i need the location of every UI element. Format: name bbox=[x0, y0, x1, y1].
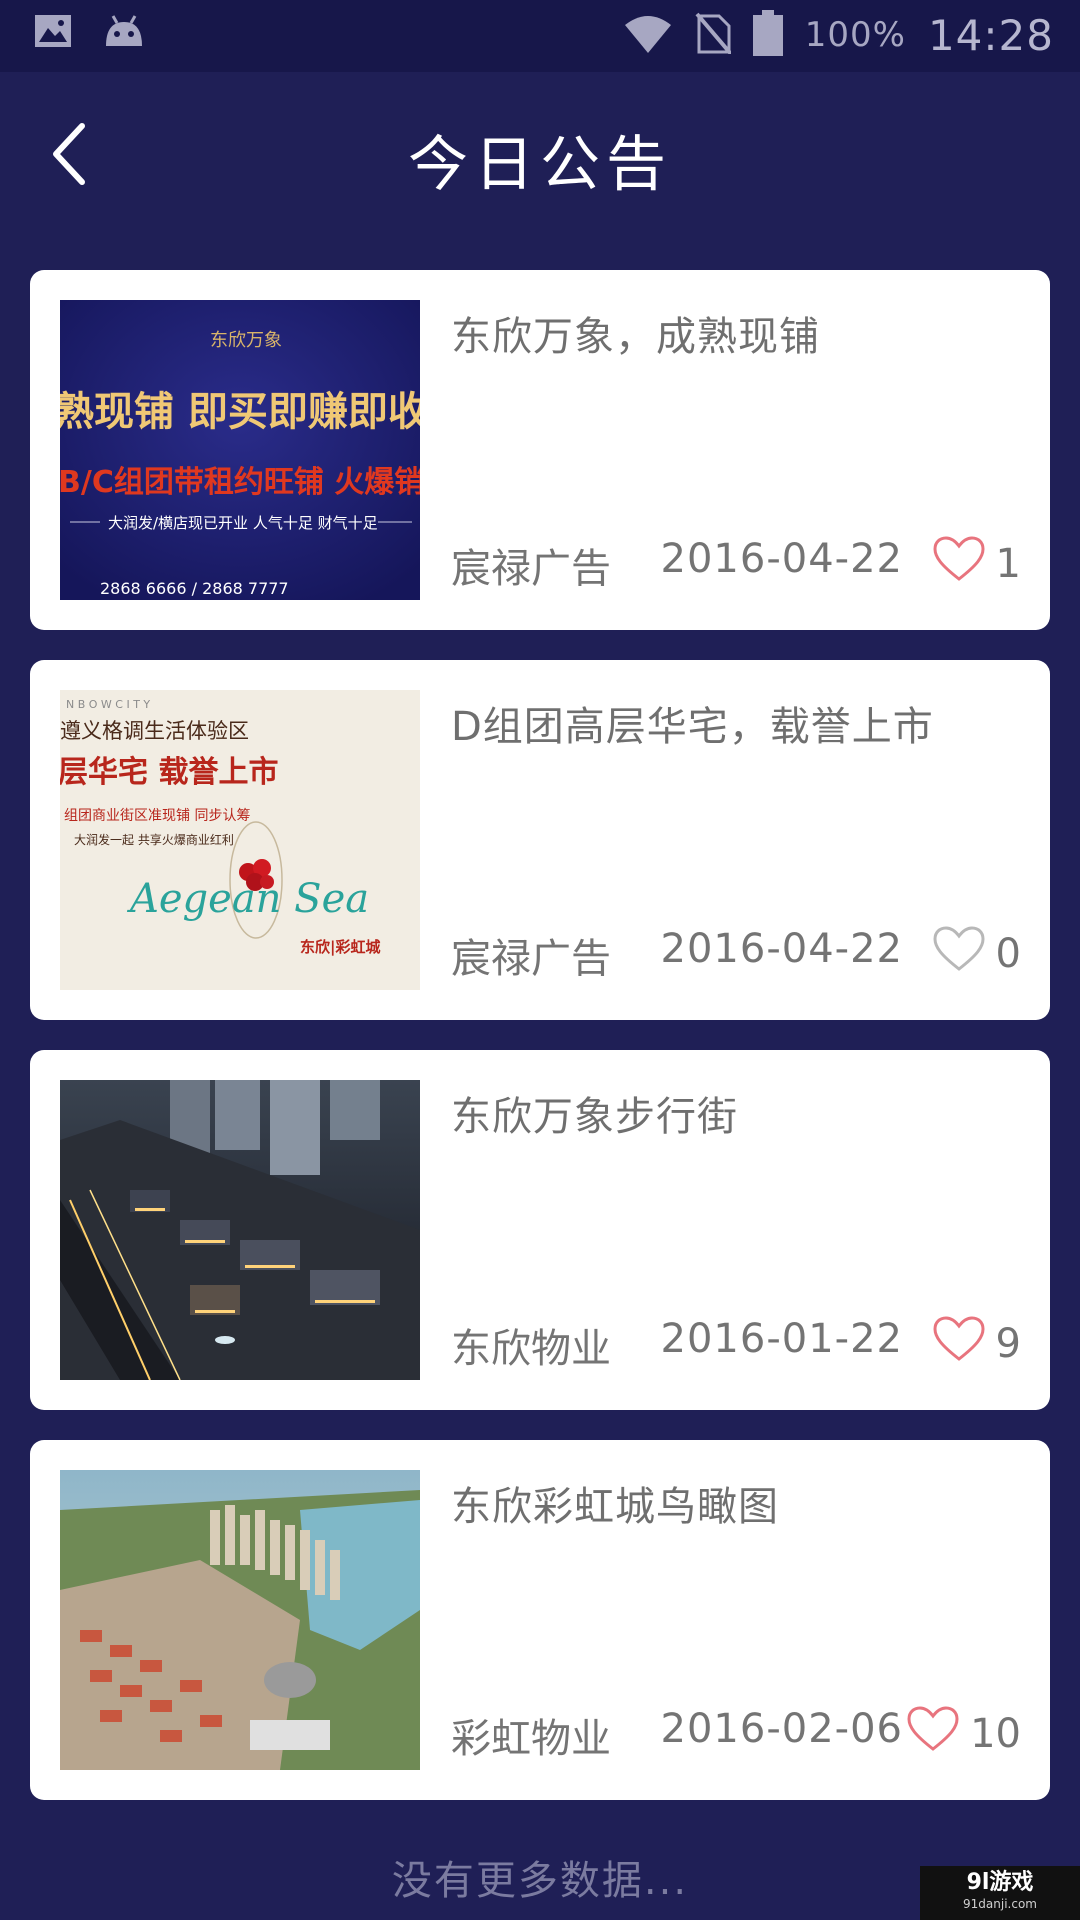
no-more-data-label: 没有更多数据... bbox=[391, 1858, 689, 1904]
watermark-sub: 91danji.com bbox=[963, 1897, 1037, 1911]
announcement-thumbnail bbox=[60, 1470, 420, 1770]
announcement-thumbnail bbox=[60, 1080, 420, 1380]
announcement-meta: 彩虹物业 2016-02-06 10 bbox=[451, 1706, 1021, 1762]
clock: 14:28 bbox=[927, 10, 1054, 60]
no-sim-icon bbox=[695, 12, 733, 58]
like-button[interactable]: 9 bbox=[932, 1316, 1021, 1372]
announcement-date: 2016-02-06 bbox=[660, 1706, 903, 1752]
announcement-date: 2016-01-22 bbox=[660, 1316, 903, 1362]
thumb-phone: 2868 6666 / 2868 7777 bbox=[100, 579, 289, 598]
announcement-thumbnail: N B O W C I T Y 遵义格调生活体验区 层华宅 载誉上市 组团商业街… bbox=[60, 690, 420, 990]
like-count: 9 bbox=[995, 1321, 1021, 1367]
like-button[interactable]: 0 bbox=[932, 926, 1021, 982]
announcement-date: 2016-04-22 bbox=[660, 926, 903, 972]
heart-icon bbox=[906, 1705, 960, 1763]
thumb-line4: 大润发一起 共享火爆商业红利 bbox=[74, 832, 234, 847]
status-bar-left bbox=[34, 14, 144, 52]
thumb-brand: 东欣万象 bbox=[210, 330, 282, 351]
announcement-date: 2016-04-22 bbox=[660, 536, 903, 582]
heart-icon bbox=[932, 535, 986, 593]
like-count: 0 bbox=[995, 931, 1021, 977]
heart-icon bbox=[932, 1315, 986, 1373]
announcement-thumbnail: 东欣万象 熟现铺 即买即赚即收 B/C组团带租约旺铺 火爆销售 大润发/横店现已… bbox=[60, 300, 420, 600]
thumb-line2: 层华宅 载誉上市 bbox=[60, 755, 278, 790]
thumb-script: Aegean Sea bbox=[126, 876, 369, 922]
announcement-title: 东欣彩虹城鸟瞰图 bbox=[451, 1484, 779, 1530]
thumb-line3: 大润发/横店现已开业 人气十足 财气十足 bbox=[108, 514, 378, 532]
heart-icon bbox=[932, 925, 986, 983]
android-icon bbox=[104, 14, 144, 52]
like-button[interactable]: 1 bbox=[932, 536, 1021, 592]
thumb-line1: 遵义格调生活体验区 bbox=[60, 719, 249, 743]
announcement-title: 东欣万象步行街 bbox=[451, 1094, 738, 1140]
like-button[interactable]: 10 bbox=[906, 1706, 1021, 1762]
announcement-source: 东欣物业 bbox=[451, 1326, 611, 1372]
status-bar: 100% 14:28 bbox=[0, 0, 1080, 72]
page-title: 今日公告 bbox=[408, 130, 672, 200]
image-icon bbox=[34, 14, 72, 52]
site-watermark: 9l游戏 91danji.com bbox=[920, 1866, 1080, 1920]
announcement-card[interactable]: 东欣万象 熟现铺 即买即赚即收 B/C组团带租约旺铺 火爆销售 大润发/横店现已… bbox=[30, 270, 1050, 630]
thumb-top: N B O W C I T Y bbox=[66, 698, 150, 711]
like-count: 1 bbox=[995, 541, 1021, 587]
announcement-source: 宸禄广告 bbox=[451, 546, 611, 592]
status-bar-right: 100% 14:28 bbox=[623, 10, 1054, 60]
announcement-meta: 宸禄广告 2016-04-22 1 bbox=[451, 536, 1021, 592]
announcement-title: 东欣万象，成熟现铺 bbox=[451, 314, 820, 360]
announcement-meta: 宸禄广告 2016-04-22 0 bbox=[451, 926, 1021, 982]
thumb-line2: B/C组团带租约旺铺 火爆销售 bbox=[60, 465, 420, 500]
announcement-card[interactable]: 东欣万象步行街 东欣物业 2016-01-22 9 bbox=[30, 1050, 1050, 1410]
thumb-brand: 东欣|彩虹城 bbox=[300, 938, 380, 957]
battery-icon bbox=[752, 10, 783, 60]
battery-percent: 100% bbox=[804, 15, 906, 55]
app-header: 今日公告 bbox=[0, 72, 1080, 240]
announcement-meta: 东欣物业 2016-01-22 9 bbox=[451, 1316, 1021, 1372]
thumb-line1: 熟现铺 即买即赚即收 bbox=[60, 389, 420, 435]
announcement-card[interactable]: N B O W C I T Y 遵义格调生活体验区 层华宅 载誉上市 组团商业街… bbox=[30, 660, 1050, 1020]
wifi-icon bbox=[623, 13, 673, 57]
announcement-title: D组团高层华宅，载誉上市 bbox=[451, 704, 934, 750]
announcement-card[interactable]: 东欣彩虹城鸟瞰图 彩虹物业 2016-02-06 10 bbox=[30, 1440, 1050, 1800]
watermark-main: 9l游戏 bbox=[966, 1870, 1034, 1895]
like-count: 10 bbox=[970, 1711, 1021, 1757]
announcement-source: 彩虹物业 bbox=[451, 1716, 611, 1762]
thumb-line3: 组团商业街区准现铺 同步认筹 bbox=[64, 807, 250, 824]
announcement-source: 宸禄广告 bbox=[451, 936, 611, 982]
